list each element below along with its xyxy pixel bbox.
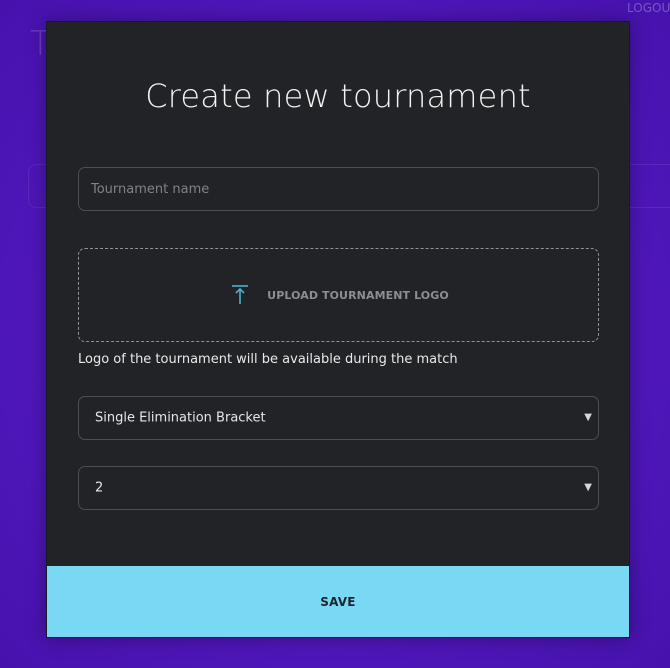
upload-logo-label: UPLOAD TOURNAMENT LOGO bbox=[267, 288, 449, 302]
logo-helper-text: Logo of the tournament will be available… bbox=[78, 352, 458, 367]
bracket-type-chevron-down-icon: ▼ bbox=[584, 412, 592, 423]
create-tournament-modal: Create new tournament UPLOAD TOURNAMENT … bbox=[46, 21, 630, 638]
participant-count-select[interactable]: 2 ▼ bbox=[78, 466, 599, 510]
save-button[interactable]: SAVE bbox=[47, 566, 629, 637]
upload-logo-dropzone[interactable]: UPLOAD TOURNAMENT LOGO bbox=[78, 248, 599, 342]
background-logout-link: LOGOU bbox=[627, 1, 670, 15]
participant-count-chevron-down-icon: ▼ bbox=[584, 482, 592, 493]
bracket-type-select[interactable]: Single Elimination Bracket ▼ bbox=[78, 396, 599, 440]
bracket-type-value: Single Elimination Bracket bbox=[95, 410, 266, 426]
tournament-name-field[interactable] bbox=[78, 167, 599, 211]
modal-title: Create new tournament bbox=[145, 77, 531, 115]
upload-icon bbox=[228, 283, 252, 307]
tournament-name-input[interactable] bbox=[79, 168, 598, 210]
participant-count-value: 2 bbox=[95, 480, 104, 496]
